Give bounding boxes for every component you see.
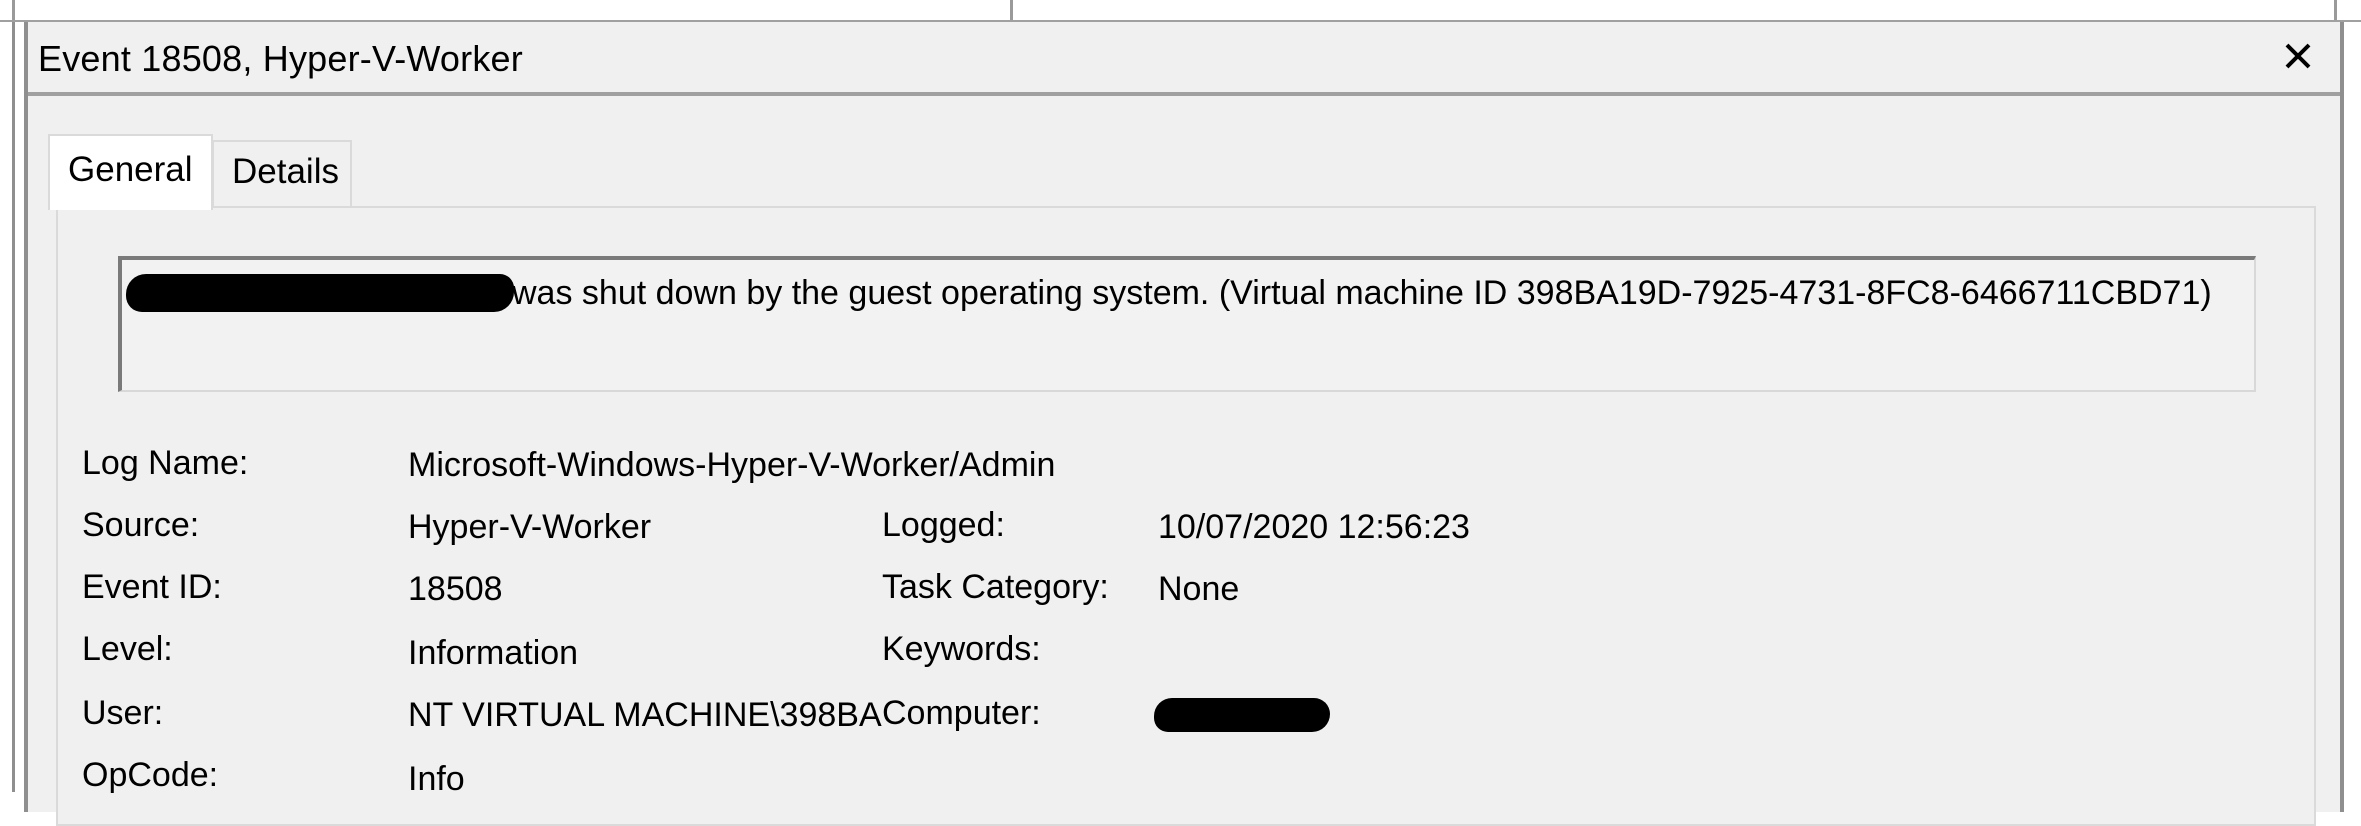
tab-details-label: Details bbox=[232, 152, 339, 191]
opcode-value[interactable]: Info bbox=[408, 760, 465, 799]
close-button[interactable] bbox=[2274, 32, 2322, 80]
event-description-box[interactable]: was shut down by the guest operating sys… bbox=[118, 256, 2256, 392]
log-name-value[interactable]: Microsoft-Windows-Hyper-V-Worker/Admin bbox=[408, 446, 1055, 485]
logged-label: Logged: bbox=[882, 506, 1005, 544]
outer-window-border bbox=[12, 22, 15, 792]
source-label: Source: bbox=[82, 506, 200, 544]
level-value[interactable]: Information bbox=[408, 634, 578, 673]
close-icon bbox=[2285, 43, 2311, 69]
source-value[interactable]: Hyper-V-Worker bbox=[408, 508, 651, 547]
computer-label: Computer: bbox=[882, 694, 1041, 732]
redacted-vm-name bbox=[126, 274, 514, 312]
event-description-text: was shut down by the guest operating sys… bbox=[512, 274, 2212, 312]
keywords-label: Keywords: bbox=[882, 630, 1041, 668]
background-window-edge bbox=[0, 0, 2361, 22]
log-name-label: Log Name: bbox=[82, 444, 249, 482]
task-category-label: Task Category: bbox=[882, 568, 1109, 606]
tab-details[interactable]: Details bbox=[212, 140, 352, 206]
tab-general-label: General bbox=[68, 150, 193, 189]
task-category-value[interactable]: None bbox=[1158, 570, 1239, 609]
window-border-line bbox=[1010, 0, 1013, 20]
user-label: User: bbox=[82, 694, 164, 732]
title-bar: Event 18508, Hyper-V-Worker bbox=[28, 22, 2340, 96]
logged-value[interactable]: 10/07/2020 12:56:23 bbox=[1158, 508, 1470, 547]
level-label: Level: bbox=[82, 630, 173, 668]
user-value[interactable]: NT VIRTUAL MACHINE\398BA bbox=[408, 696, 882, 735]
general-tab-panel: was shut down by the guest operating sys… bbox=[56, 206, 2316, 826]
event-properties-window: Event 18508, Hyper-V-Worker General Deta… bbox=[24, 22, 2344, 826]
tab-general[interactable]: General bbox=[48, 134, 213, 210]
redacted-computer-value bbox=[1154, 698, 1330, 732]
window-title: Event 18508, Hyper-V-Worker bbox=[38, 38, 523, 79]
event-id-label: Event ID: bbox=[82, 568, 222, 606]
window-border-line bbox=[2334, 0, 2337, 20]
window-border-line bbox=[12, 0, 15, 20]
event-id-value[interactable]: 18508 bbox=[408, 570, 503, 609]
opcode-label: OpCode: bbox=[82, 756, 219, 794]
